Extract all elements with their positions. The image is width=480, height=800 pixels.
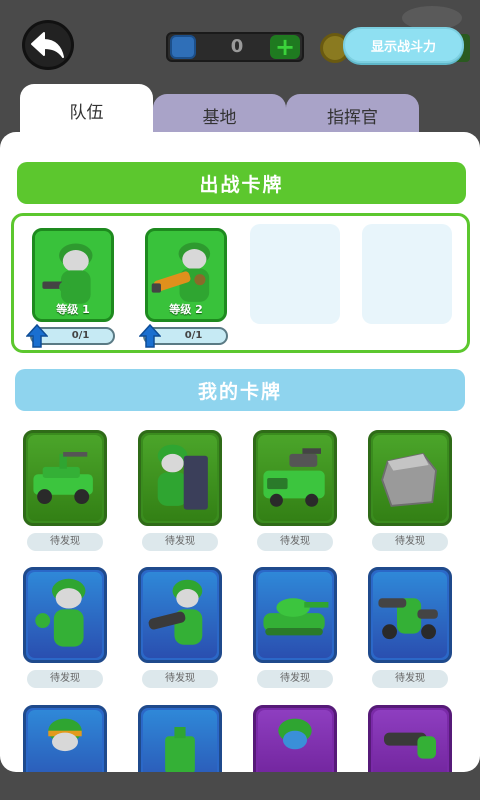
upgrade-progress-bar[interactable]: 0/1	[139, 324, 228, 348]
jeep-icon	[33, 452, 93, 504]
card-item[interactable]	[23, 567, 107, 663]
back-button[interactable]	[22, 20, 74, 70]
soldier-waving-icon	[35, 578, 86, 647]
rock-block-icon	[381, 452, 437, 507]
card-status: 待发现	[257, 533, 333, 551]
card-item[interactable]	[138, 705, 222, 772]
main-panel: 出战卡牌 等级 1 0/1 等级 2 0/1 我的卡牌 待发现 待发现 待发现 …	[0, 132, 480, 772]
card-item[interactable]	[253, 705, 337, 772]
card-status: 待发现	[372, 533, 448, 551]
tab-commander[interactable]: 指挥官	[286, 94, 419, 136]
team-slot-card[interactable]: 等级 2	[145, 228, 227, 322]
empty-team-slot[interactable]	[362, 224, 452, 324]
card-item[interactable]	[23, 430, 107, 526]
tab-team[interactable]: 队伍	[20, 84, 153, 136]
currency-add-button[interactable]: +	[270, 35, 300, 59]
empty-team-slot[interactable]	[250, 224, 340, 324]
upgrade-progress-bar[interactable]: 0/1	[26, 324, 115, 348]
tab-base[interactable]: 基地	[153, 94, 286, 136]
card-status: 待发现	[142, 670, 218, 688]
gem-icon	[170, 35, 196, 59]
my-cards-header: 我的卡牌	[15, 369, 465, 411]
card-item[interactable]	[253, 567, 337, 663]
show-power-button[interactable]: 显示战斗力	[343, 27, 464, 63]
cannon-robot-icon	[378, 598, 438, 640]
shield-soldier-icon	[157, 444, 208, 510]
turret-icon	[165, 727, 195, 772]
upgrade-arrow-icon	[139, 324, 161, 348]
rocket-truck-icon	[263, 448, 325, 507]
card-item[interactable]	[368, 430, 452, 526]
card-item[interactable]	[368, 567, 452, 663]
team-slots-box: 等级 1 0/1 等级 2 0/1	[11, 213, 470, 353]
card-status: 待发现	[27, 670, 103, 688]
cannon-icon	[384, 732, 436, 759]
card-item[interactable]	[138, 567, 222, 663]
card-status: 待发现	[257, 670, 333, 688]
plus-icon: +	[274, 33, 296, 61]
bazooka-soldier-icon	[148, 579, 203, 645]
card-status: 待发现	[27, 533, 103, 551]
soldier-purple-icon	[278, 718, 312, 750]
back-arrow-icon	[31, 32, 64, 58]
currency-bar: 0 +	[166, 32, 304, 62]
team-slot-card[interactable]: 等级 1	[32, 228, 114, 322]
card-item[interactable]	[253, 430, 337, 526]
upgrade-progress-text: 0/1	[71, 330, 90, 341]
card-item[interactable]	[23, 705, 107, 772]
currency-value: 0	[230, 36, 244, 57]
soldier-helmet-icon	[48, 718, 82, 752]
card-status: 待发现	[142, 533, 218, 551]
team-slot-level: 等级 1	[56, 303, 90, 316]
battle-cards-header: 出战卡牌	[17, 162, 466, 204]
team-slot-level: 等级 2	[169, 303, 203, 316]
upgrade-progress-text: 0/1	[184, 330, 203, 341]
tank-icon	[263, 598, 329, 636]
upgrade-arrow-icon	[26, 324, 48, 348]
card-item[interactable]	[138, 430, 222, 526]
card-status: 待发现	[372, 670, 448, 688]
card-item[interactable]	[368, 705, 452, 772]
